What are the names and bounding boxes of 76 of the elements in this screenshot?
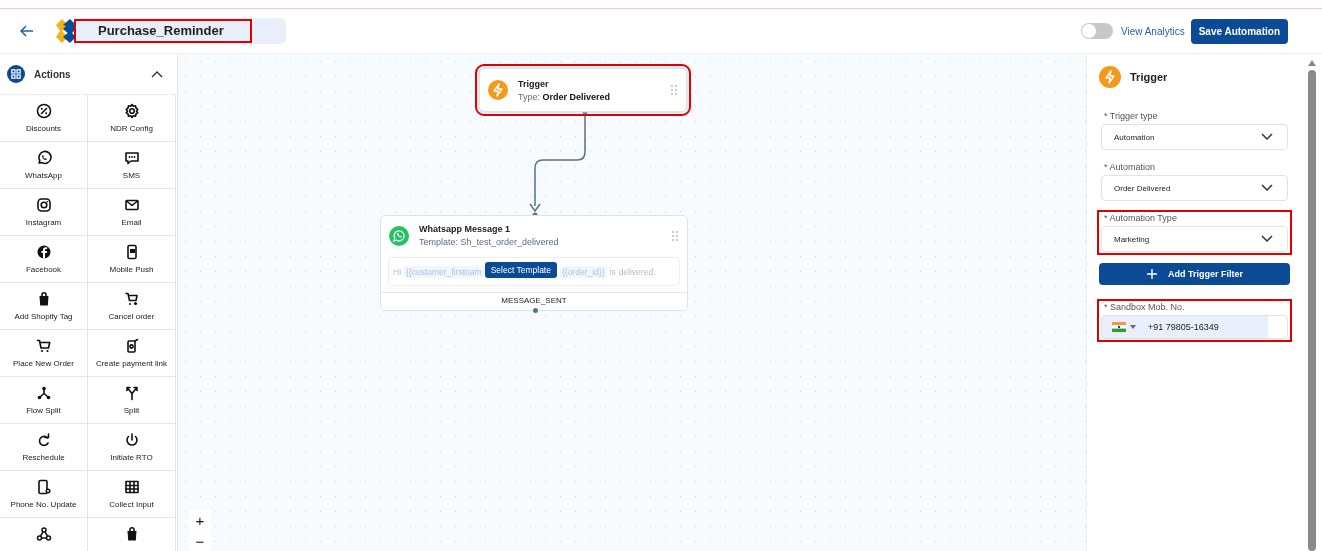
action-tile[interactable]: Initiate RTO [88, 424, 176, 471]
action-tile[interactable]: WhatsApp [0, 142, 88, 189]
gear-icon [123, 103, 140, 119]
chevron-down-icon [1261, 235, 1273, 243]
node-title: Trigger [518, 78, 550, 89]
percent-badge-icon [35, 103, 52, 119]
action-tile[interactable]: Phone No. Update [0, 471, 88, 518]
power-icon [123, 432, 140, 448]
grid-icon [7, 65, 25, 83]
cart-icon [123, 291, 140, 307]
zoom-in-button[interactable]: + [189, 510, 211, 530]
output-port[interactable] [533, 308, 538, 313]
message-dots-icon [123, 150, 140, 166]
flag-icon[interactable] [1112, 322, 1126, 332]
nodes-icon [35, 526, 52, 542]
phone-field[interactable]: +91 79805-16349 [1101, 315, 1288, 339]
action-tile[interactable]: Discounts [0, 95, 88, 142]
chevron-up-icon[interactable] [151, 70, 163, 78]
lightning-icon [1099, 66, 1121, 88]
mail-icon [123, 197, 140, 213]
field-label: * Automation [1104, 162, 1157, 172]
scroll-up-icon[interactable] [1308, 60, 1316, 66]
trigger-type-label: Type: Order Delivered [518, 91, 612, 102]
template-variable: {{order_id}} [559, 266, 607, 278]
preview-text: delivered. [618, 267, 656, 277]
scrollbar-thumb[interactable] [1308, 70, 1316, 551]
phone-gear-icon [35, 479, 52, 495]
action-tile[interactable]: Collect Input [88, 471, 176, 518]
zoom-out-button[interactable]: − [189, 531, 211, 551]
back-arrow-icon [20, 25, 34, 37]
chevron-down-icon [1261, 184, 1273, 192]
field-label: * Sandbox Mob. No. [1104, 302, 1186, 312]
action-tile[interactable]: Split [88, 377, 176, 424]
action-tile[interactable]: Place New Order [0, 330, 88, 377]
caret-icon[interactable] [1130, 325, 1136, 329]
cart-icon [35, 338, 52, 354]
dropdown-field[interactable]: Order Delivered [1101, 175, 1288, 201]
action-tile[interactable]: Instagram [0, 189, 88, 236]
view-analytics-label[interactable]: View Analytics [1120, 25, 1185, 37]
actions-heading: Actions [34, 68, 72, 80]
preview-text: is [609, 267, 616, 277]
lightning-icon [488, 80, 508, 100]
action-tile[interactable]: Cancel order [88, 283, 176, 330]
chat-phone-icon [389, 225, 409, 246]
split-icon [123, 385, 140, 401]
chat-phone-icon [35, 150, 52, 166]
action-tile[interactable]: Add Shopify Tag [0, 283, 88, 330]
save-automation-button[interactable]: Save Automation [1190, 18, 1288, 44]
panel-title: Trigger [1130, 71, 1168, 83]
add-trigger-filter-button[interactable]: Add Trigger Filter [1099, 263, 1290, 285]
field-label: * Automation Type [1104, 213, 1178, 223]
field-label: * Trigger type [1104, 111, 1159, 121]
dropdown-field[interactable]: Automation [1101, 124, 1288, 150]
template-variable: {{customer_firstnam [404, 266, 484, 278]
action-tile[interactable]: NDR Config [88, 95, 176, 142]
action-tile[interactable]: Email [88, 189, 176, 236]
camera-icon [35, 197, 52, 213]
plus-icon [1146, 268, 1158, 280]
drag-handle-icon[interactable] [671, 229, 679, 242]
dropdown-field[interactable]: Marketing [1101, 226, 1288, 252]
analytics-toggle[interactable] [1080, 23, 1113, 39]
drag-handle-icon[interactable] [670, 84, 678, 96]
action-tile[interactable]: Facebook [0, 236, 88, 283]
columns-icon [123, 479, 140, 495]
select-template-button[interactable]: Select Template [484, 262, 557, 278]
action-tile[interactable]: Create payment link [88, 330, 176, 377]
action-tile[interactable]: Reschedule [0, 424, 88, 471]
action-tile[interactable]: SMS [88, 142, 176, 189]
branch-icon [35, 385, 52, 401]
output-label: MESSAGE_SENT [501, 296, 567, 305]
template-name: Template: Sh_test_order_delivered [419, 237, 560, 247]
action-tile[interactable]: Flow Split [0, 377, 88, 424]
chevron-down-icon [1261, 133, 1273, 141]
circle-f-icon [35, 244, 52, 260]
node-title: Whatsapp Message 1 [419, 224, 512, 234]
action-tile[interactable]: Mobile Push [88, 236, 176, 283]
